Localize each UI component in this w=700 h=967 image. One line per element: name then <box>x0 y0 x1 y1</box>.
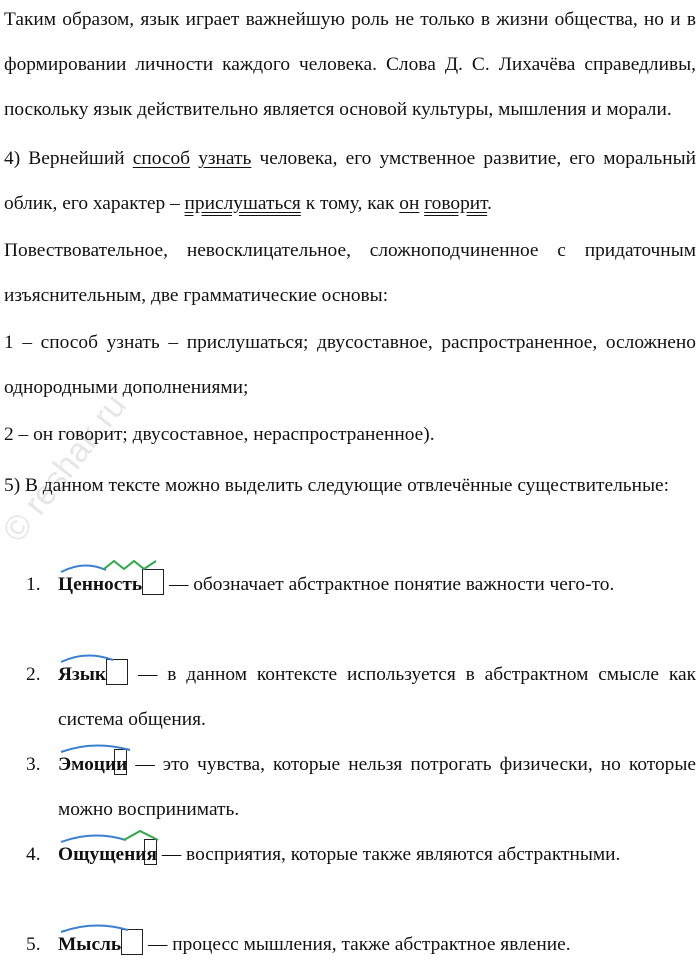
noun-description: — это чувства, которые нельзя потрогать … <box>58 754 696 820</box>
ending-box <box>106 659 129 685</box>
noun-word: Ощущения <box>58 844 157 865</box>
paragraph-task-5: 5) В данном тексте можно выделить следую… <box>4 475 670 496</box>
predicate-word: прислушаться <box>184 193 301 214</box>
list-number: 3. <box>26 754 41 775</box>
subject-word: способ <box>132 148 191 169</box>
list-number: 1. <box>26 574 41 595</box>
list-item: 3. Эмоции — это чувства, которые нельзя … <box>26 742 696 832</box>
noun-description: — обозначает абстрактное понятие важност… <box>164 574 615 595</box>
list-number: 5. <box>26 934 41 955</box>
list-item: 4. Ощущения — восприятия, которые также … <box>26 830 696 922</box>
list-item: 2. Язык — в данном контексте используетс… <box>26 652 696 742</box>
noun-description: — процесс мышления, также абстрактное яв… <box>143 934 571 955</box>
list-number: 4. <box>26 844 41 865</box>
paragraph-basis-1: 1 – способ узнать – прислушаться; двусос… <box>4 332 696 398</box>
noun-description: — в данном контексте используется в абст… <box>58 664 696 730</box>
noun-description: — восприятия, которые также являются абс… <box>156 844 621 865</box>
paragraph-characteristics: Повествовательное, невосклицательное, сл… <box>4 240 696 306</box>
list-number: 2. <box>26 664 41 685</box>
paragraph-sentence-4: 4) Вернейший способ узнать человека, его… <box>4 148 696 214</box>
document-body: Таким образом, язык играет важнейшую рол… <box>4 0 696 508</box>
abstract-nouns-list: 1. Ценность — обозначает абстрактное пон… <box>26 560 696 967</box>
list-item: 1. Ценность — обозначает абстрактное пон… <box>26 560 696 652</box>
subject-word-2: узнать <box>198 148 252 169</box>
list-item: 5. Мысль — процесс мышления, также абстр… <box>26 922 696 967</box>
ending-box <box>142 569 165 595</box>
predicate-word-2: говорит <box>424 193 488 214</box>
ending-box <box>121 929 144 955</box>
noun-word: Мысль <box>58 934 122 955</box>
noun-word: Язык <box>58 664 107 685</box>
noun-word: Эмоции <box>58 754 128 775</box>
noun-word: Ценность <box>58 574 143 595</box>
paragraph-basis-2: 2 – он говорит; двусоставное, нераспрост… <box>4 424 435 445</box>
subject-word-3: он <box>399 193 420 214</box>
paragraph-conclusion: Таким образом, язык играет важнейшую рол… <box>4 9 696 120</box>
